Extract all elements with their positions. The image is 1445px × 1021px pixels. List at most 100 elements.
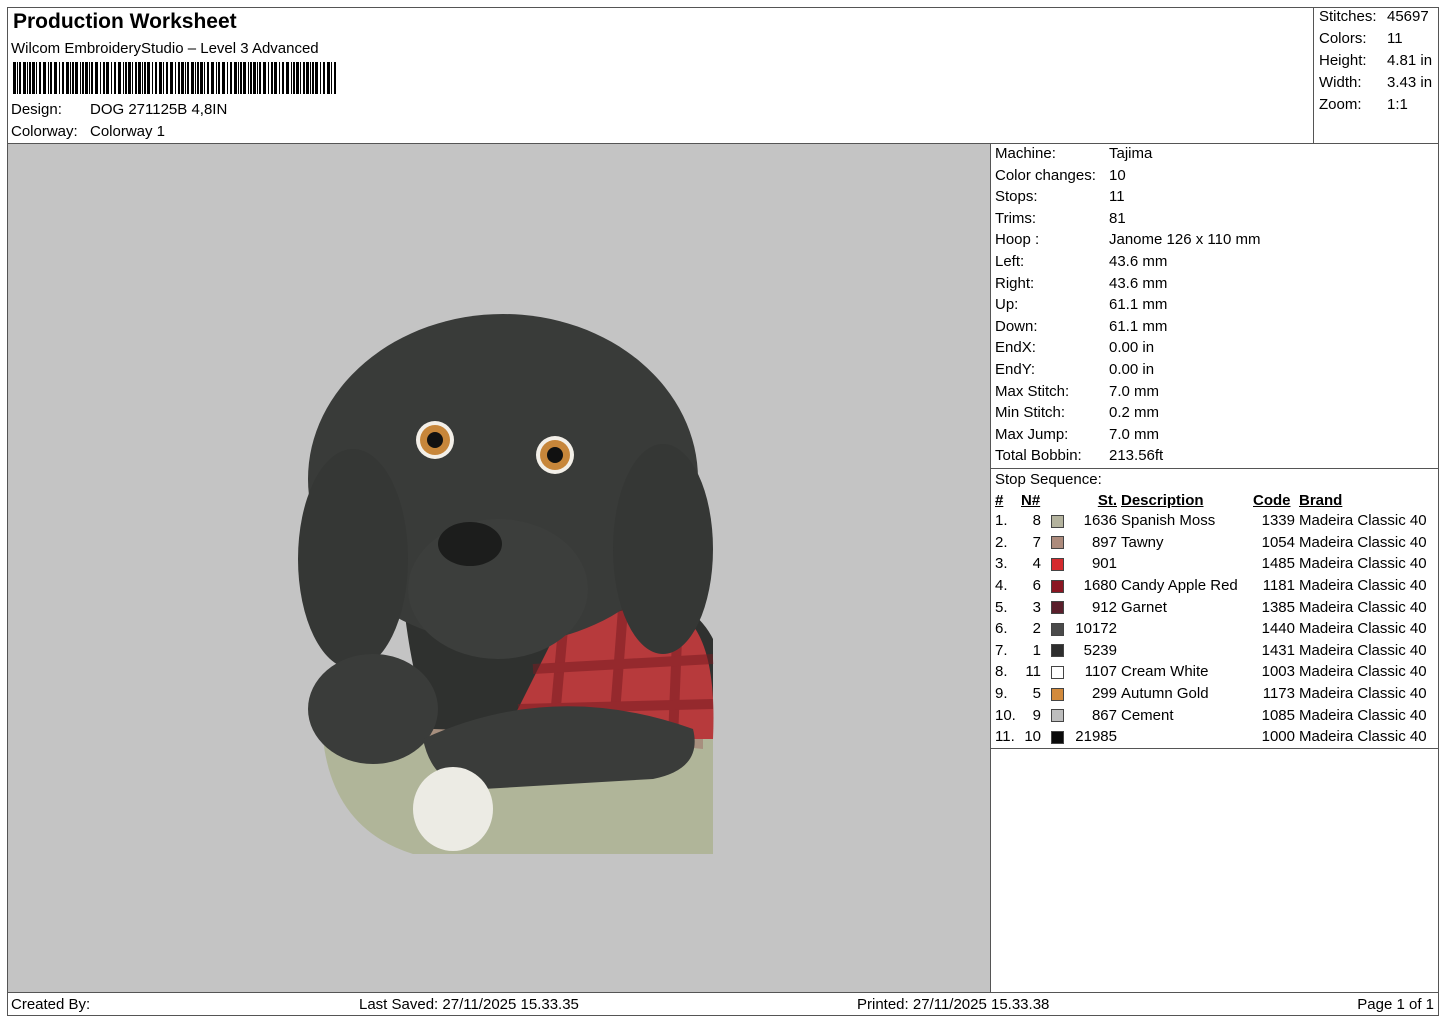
detail-value: 43.6 mm [1109,274,1168,292]
barcode-bar [163,62,164,94]
barcode-bar [144,62,146,94]
stop-number-cell: 7. [995,641,1008,659]
swatch-cell [1043,575,1071,597]
description-cell: Garnet [1121,598,1167,616]
left-ear-shape [298,449,408,669]
barcode-bar [152,62,153,94]
code-cell: 1173 [1262,685,1295,703]
barcode-image [13,62,336,94]
barcode-bar [282,62,284,94]
barcode-bar [89,62,90,94]
stitches-label: Stitches: [1319,8,1377,25]
detail-label: Down: [995,317,1038,335]
detail-row: Min Stitch: 0.2 mm [995,404,1159,421]
stitch-count-cell: 10172 [1075,620,1117,638]
detail-value: 11 [1109,188,1125,206]
design-label: Design: [11,101,62,118]
barcode-bar [62,62,64,94]
worksheet-title: Production Worksheet [13,10,237,33]
barcode-bar [170,62,173,94]
description-cell [1119,640,1251,662]
barcode-bar [138,62,141,94]
stitch-count-cell: 21985 [1075,728,1117,746]
barcode-bar [111,62,112,94]
colorway-label: Colorway: [11,123,78,140]
last-saved: Last Saved: 27/11/2025 15.33.35 [359,996,579,1013]
right-ear-shape [613,444,713,654]
barcode-bar [39,62,41,94]
colors-value: 11 [1387,30,1403,47]
stitches-row: Stitches: 45697 [1319,8,1429,25]
swatch-cell [1043,726,1071,748]
machine-details-panel: Machine: Tajima Color changes: 10 Stops: 11 Tr… [990,143,1439,469]
brand-cell: Madeira Classic 40 [1299,577,1427,595]
needle-number-cell: 2 [1032,620,1041,638]
barcode-bar [50,62,52,94]
worksheet-footer: Created By: Last Saved: 27/11/2025 15.33… [7,992,1439,1016]
barcode-bar [238,62,239,94]
barcode-bar [230,62,232,94]
table-row: 5. 3 912 Garnet 1385 Madeira Classic 40 [993,596,1429,618]
color-swatch [1050,514,1064,528]
software-name: Wilcom EmbroideryStudio – Level 3 Advanc… [11,40,319,57]
detail-label: Color changes: [995,166,1096,184]
barcode-bar [320,62,321,94]
description-cell [1119,553,1251,575]
barcode-bar [323,62,325,94]
table-header-row: # N# St. Description Code Brand [993,490,1429,510]
description-cell: Tawny [1121,533,1164,551]
height-label: Height: [1319,52,1367,69]
detail-label: Left: [995,253,1025,270]
needle-number-cell: 10 [1024,728,1041,746]
detail-label: Right: [995,274,1035,292]
detail-label: Up: [995,296,1019,314]
detail-value: 0.00 in [1109,361,1155,378]
table-row: 8. 11 1107 Cream White 1003 Madeira Classic 4… [993,661,1429,683]
detail-label: EndX: [995,339,1036,357]
brand-cell: Madeira Classic 40 [1299,620,1427,638]
barcode-bar [48,62,49,94]
barcode-bar [291,62,292,94]
table-row: 6. 2 10172 1440 Madeira Classic 40 [993,618,1429,640]
barcode-bar [293,62,295,94]
detail-row: Down: 61.1 mm [995,318,1167,335]
code-cell: 1181 [1262,577,1295,595]
col-header-description: Description [1121,491,1204,509]
stop-number-cell: 11. [995,728,1015,746]
description-cell [1119,726,1251,748]
left-eye-pupil [427,432,443,448]
barcode-bar [103,62,105,94]
detail-label: Max Jump: [995,425,1069,443]
height-row: Height: 4.81 in [1319,52,1432,69]
detail-label: Total Bobbin: [995,447,1082,465]
brand-cell: Madeira Classic 40 [1299,555,1427,573]
brand-cell: Madeira Classic 40 [1299,728,1427,746]
barcode-bar [263,62,266,94]
barcode-bar [296,62,299,94]
needle-number-cell: 1 [1032,641,1041,659]
detail-label: Min Stitch: [995,404,1066,422]
zoom-value: 1:1 [1387,96,1408,113]
barcode-bar [248,62,249,94]
left-paw-shape [308,654,438,764]
barcode-bar [147,62,150,94]
barcode-bar [29,62,31,94]
barcode-bar [286,62,289,94]
summary-panel: Stitches: 45697 Colors: 11 Height: 4.81 in … [1313,7,1439,144]
design-preview [7,143,991,993]
barcode-bar [268,62,269,94]
stop-number-cell: 5. [995,598,1008,616]
barcode-bar [271,62,273,94]
description-cell: Autumn Gold [1121,685,1209,703]
needle-number-cell: 3 [1032,598,1041,616]
color-swatch [1050,709,1064,723]
color-swatch [1050,665,1064,679]
barcode-bar [27,62,28,94]
detail-row: Trims: 81 [995,210,1126,227]
detail-value: Janome 126 x 110 mm [1109,231,1261,249]
barcode-bar [54,62,57,94]
stop-number-cell: 4. [995,577,1008,595]
blank-panel [990,748,1439,993]
needle-number-cell: 6 [1032,577,1041,595]
swatch-cell [1043,553,1071,575]
